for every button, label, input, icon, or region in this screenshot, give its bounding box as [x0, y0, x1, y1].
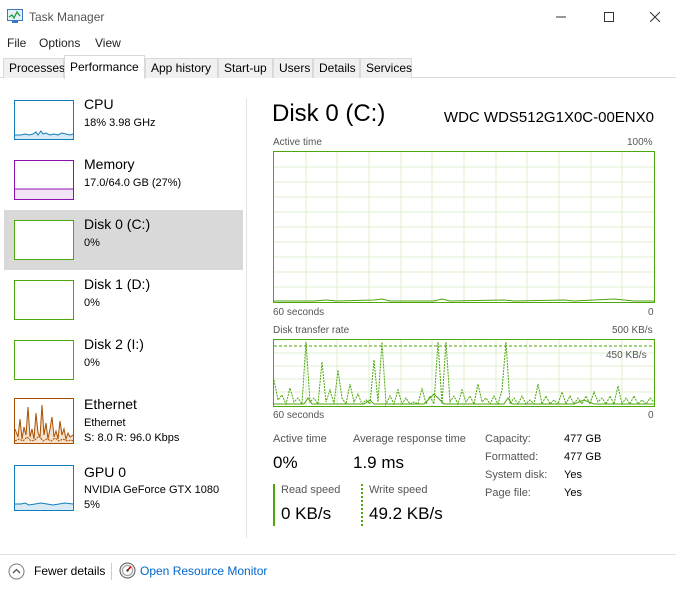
disk-2-title: Disk 2 (I:): [84, 336, 144, 352]
active-time-value: 0%: [273, 453, 298, 472]
disk-1-title: Disk 1 (D:): [84, 276, 151, 292]
capacity-value: 477 GB: [564, 433, 602, 445]
page-file-value: Yes: [564, 487, 582, 499]
resource-cpu[interactable]: CPU 18% 3.98 GHz: [4, 90, 243, 150]
read-speed-label: Read speed: [281, 484, 341, 496]
tab-services[interactable]: Services: [360, 58, 412, 78]
disk-model: WDC WDS512G1X0C-00ENX0: [443, 109, 654, 126]
title-bar: Task Manager: [0, 0, 676, 33]
active-time-label: Active time: [273, 433, 327, 445]
read-speed-value: 0 KB/s: [281, 504, 332, 523]
transfer-rate-graph: [273, 339, 655, 407]
write-speed-bar: [361, 484, 363, 526]
open-resource-monitor-link[interactable]: Open Resource Monitor: [140, 564, 267, 578]
disk-1-graph-thumbnail: [14, 280, 74, 320]
formatted-label: Formatted:: [485, 451, 539, 463]
active-time-graph-max: 100%: [627, 137, 653, 148]
resource-disk-0[interactable]: Disk 0 (C:) 0%: [4, 210, 243, 270]
disk-0-title: Disk 0 (C:): [84, 216, 151, 232]
maximize-button[interactable]: [586, 4, 632, 30]
active-time-graph-xlabel: 60 seconds: [273, 307, 325, 318]
resource-monitor-icon: [119, 562, 136, 582]
resource-memory[interactable]: Memory 17.0/64.0 GB (27%): [4, 150, 243, 210]
tab-users[interactable]: Users: [273, 58, 313, 78]
transfer-graph-max: 500 KB/s: [612, 325, 653, 336]
tab-app-history[interactable]: App history: [145, 58, 218, 78]
window-title: Task Manager: [29, 10, 105, 24]
ethernet-graph-thumbnail: [14, 398, 74, 444]
write-speed-label: Write speed: [369, 484, 428, 496]
resource-gpu-0[interactable]: GPU 0 NVIDIA GeForce GTX 1080 5%: [4, 455, 243, 515]
memory-usage: 17.0/64.0 GB (27%): [84, 177, 182, 189]
write-speed-value: 49.2 KB/s: [369, 504, 443, 523]
gpu-graph-thumbnail: [14, 465, 74, 511]
menu-file[interactable]: File: [7, 36, 26, 50]
transfer-graph-xlabel: 60 seconds: [273, 410, 325, 421]
menu-bar: File Options View: [0, 34, 676, 54]
cpu-usage: 18% 3.98 GHz: [84, 117, 156, 129]
tab-details[interactable]: Details: [313, 58, 360, 78]
avg-response-value: 1.9 ms: [353, 453, 405, 472]
page-file-label: Page file:: [485, 487, 531, 499]
disk-1-usage: 0%: [84, 297, 100, 309]
gpu-title: GPU 0: [84, 464, 127, 480]
ethernet-adapter: Ethernet: [84, 417, 126, 429]
disk-2-graph-thumbnail: [14, 340, 74, 380]
formatted-value: 477 GB: [564, 451, 602, 463]
cpu-graph-thumbnail: [14, 100, 74, 140]
task-manager-icon: [7, 9, 23, 23]
transfer-graph-min: 0: [648, 410, 654, 421]
menu-options[interactable]: Options: [39, 36, 80, 50]
tab-processes[interactable]: Processes: [3, 58, 65, 78]
transfer-graph-ref: 450 KB/s: [606, 350, 647, 361]
disk-0-usage: 0%: [84, 237, 100, 249]
resource-ethernet[interactable]: Ethernet Ethernet S: 8.0 R: 96.0 Kbps: [4, 390, 243, 450]
resource-disk-1[interactable]: Disk 1 (D:) 0%: [4, 270, 243, 330]
detail-title: Disk 0 (C:): [272, 100, 386, 127]
footer: Fewer details Open Resource Monitor: [0, 554, 676, 586]
cpu-title: CPU: [84, 96, 114, 112]
menu-view[interactable]: View: [95, 36, 121, 50]
tab-start-up[interactable]: Start-up: [218, 58, 273, 78]
pane-divider: [246, 98, 247, 538]
active-time-graph: [273, 151, 655, 303]
minimize-button[interactable]: [538, 4, 584, 30]
footer-divider: [111, 563, 112, 580]
transfer-graph-label: Disk transfer rate: [273, 325, 350, 336]
chevron-up-icon[interactable]: [8, 563, 25, 583]
close-button[interactable]: [632, 4, 676, 30]
fewer-details-button[interactable]: Fewer details: [34, 564, 105, 578]
capacity-label: Capacity:: [485, 433, 531, 445]
memory-graph-thumbnail: [14, 160, 74, 200]
active-time-graph-min: 0: [648, 307, 654, 318]
ethernet-title: Ethernet: [84, 396, 137, 412]
ethernet-throughput: S: 8.0 R: 96.0 Kbps: [84, 432, 180, 444]
system-disk-label: System disk:: [485, 469, 548, 481]
active-time-graph-label: Active time: [273, 137, 322, 148]
disk-2-usage: 0%: [84, 357, 100, 369]
memory-title: Memory: [84, 156, 135, 172]
gpu-usage: 5%: [84, 499, 100, 511]
read-speed-bar: [273, 484, 275, 526]
avg-response-label: Average response time: [353, 433, 466, 445]
tab-performance[interactable]: Performance: [64, 55, 145, 79]
system-disk-value: Yes: [564, 469, 582, 481]
gpu-model: NVIDIA GeForce GTX 1080: [84, 484, 220, 496]
tab-bar: Processes Performance App history Start-…: [0, 54, 676, 79]
disk-0-graph-thumbnail: [14, 220, 74, 260]
resource-disk-2[interactable]: Disk 2 (I:) 0%: [4, 330, 243, 390]
